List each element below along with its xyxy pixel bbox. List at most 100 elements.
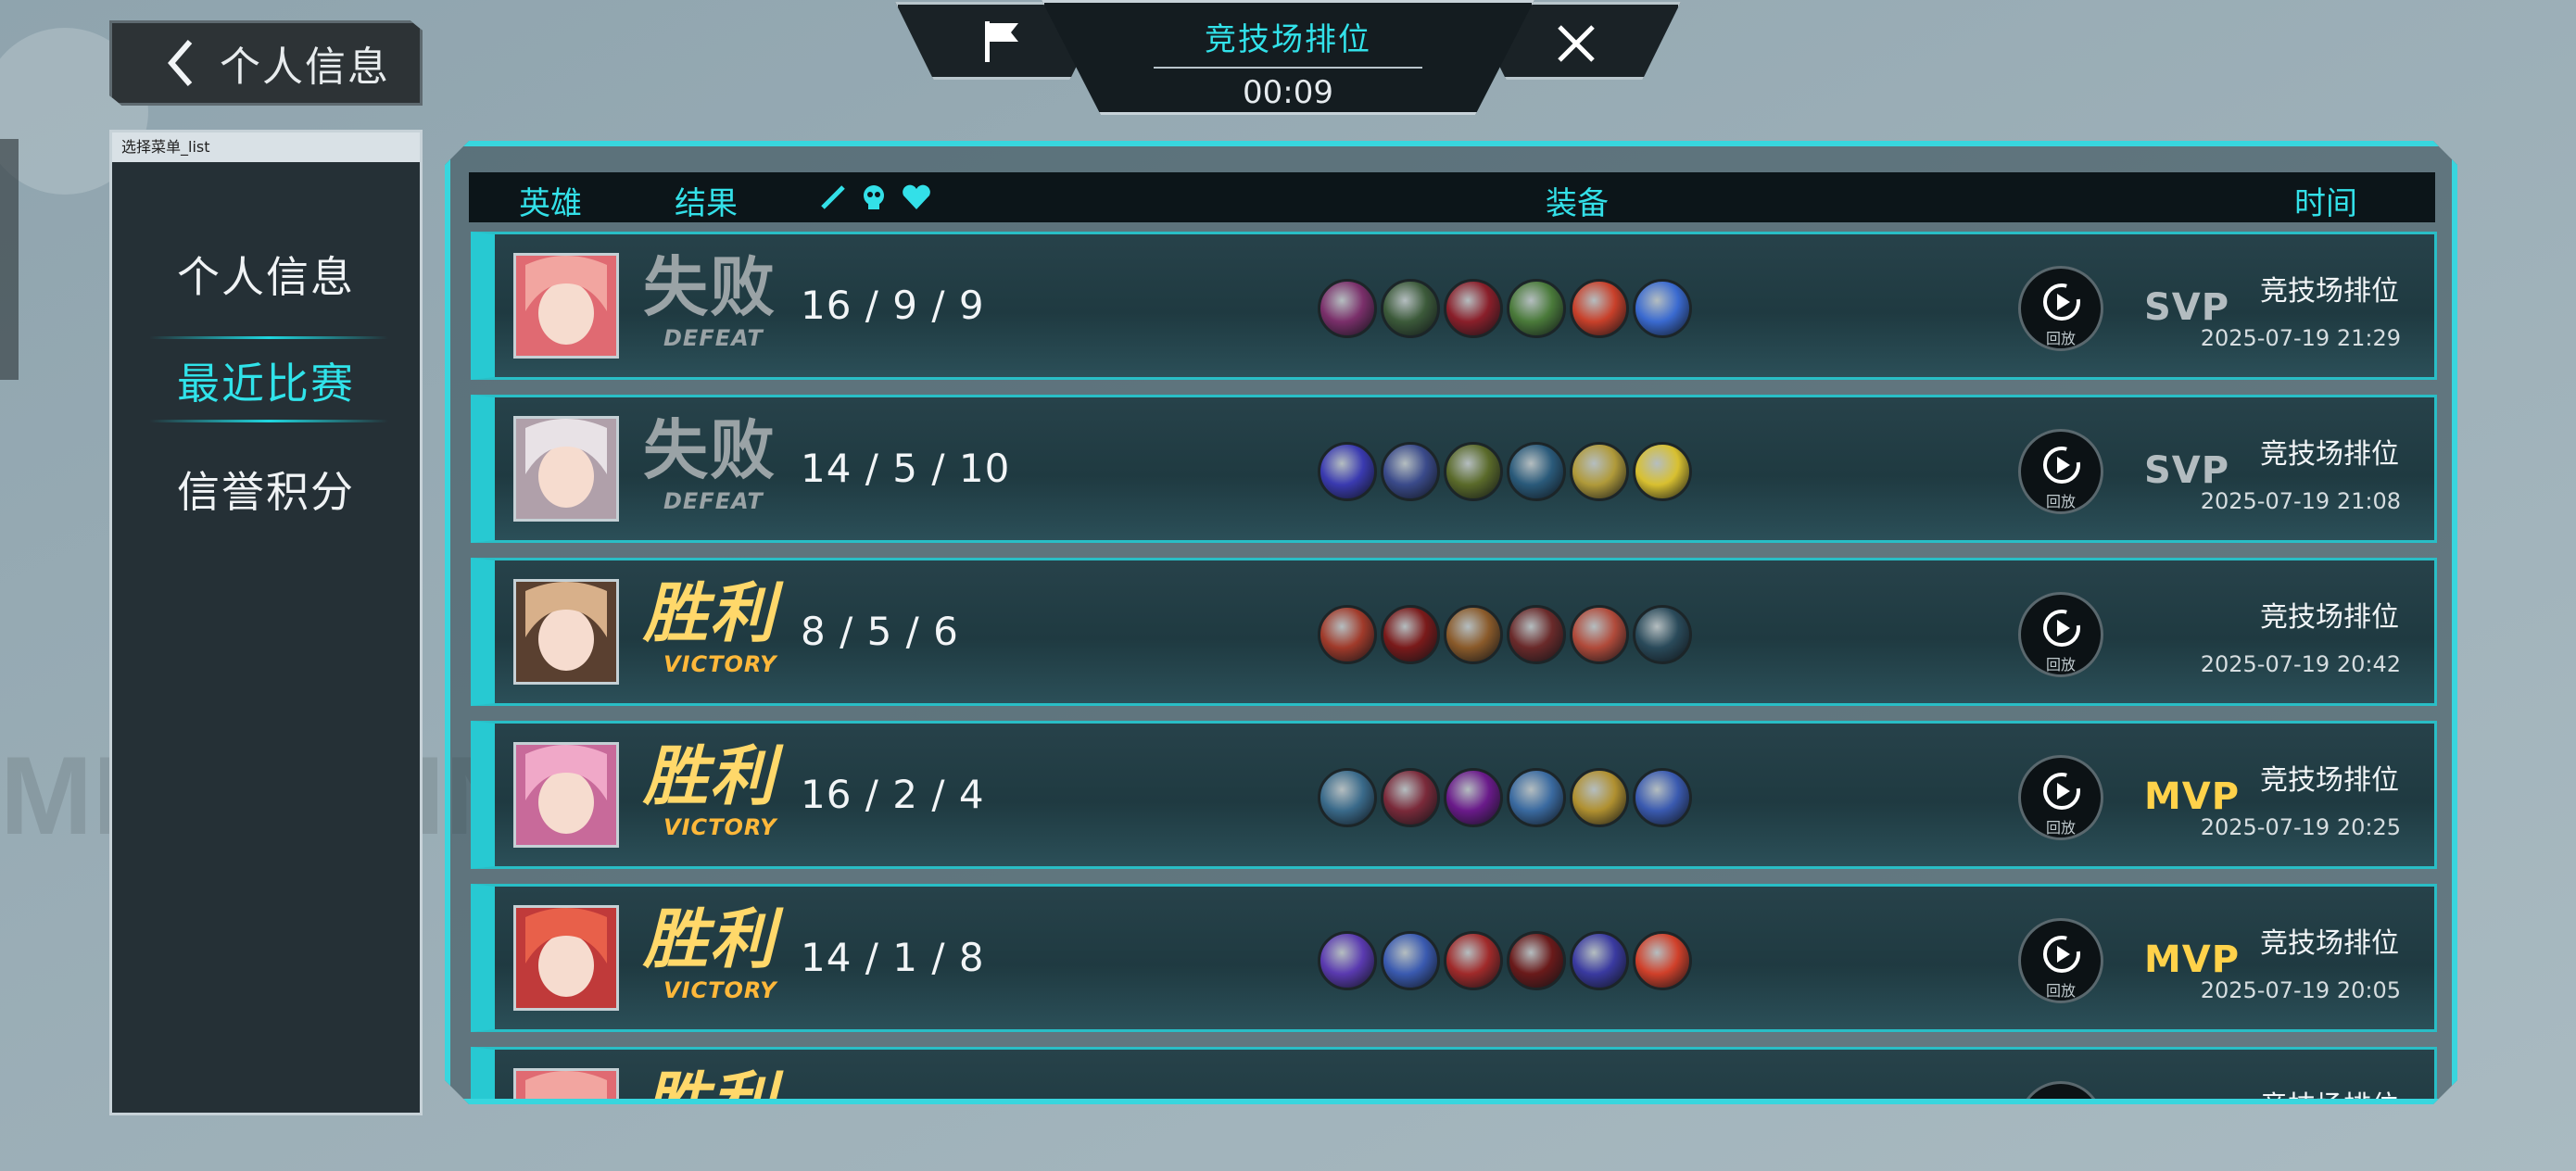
match-row[interactable]: 胜利 VICTORY 8 / 5 / 6 回放 竞技场排位 2025-07-19 20…	[471, 558, 2437, 706]
replay-label: 回放	[2045, 656, 2076, 674]
performance-badge: SVP	[2144, 449, 2230, 492]
menu-active-line-bottom	[149, 420, 388, 422]
replay-button[interactable]: 回放	[2018, 918, 2103, 1003]
header-result: 结果	[675, 185, 738, 222]
replay-button[interactable]: 回放	[2018, 755, 2103, 840]
match-row[interactable]: 胜利 VICTORY 14 / 1 / 8 回放 MVP 竞技场排位 2025-07-1…	[471, 884, 2437, 1032]
equipment-item-icon[interactable]	[1507, 442, 1566, 501]
equipment-item-icon[interactable]	[1444, 442, 1503, 501]
kda-stats: 14 / 1 / 8	[801, 935, 985, 980]
equipment-item-icon[interactable]	[1381, 605, 1440, 664]
replay-label: 回放	[2045, 493, 2076, 510]
sword-icon	[821, 185, 845, 209]
match-mode: 竞技场排位	[2260, 1083, 2399, 1099]
equipment-item-icon[interactable]	[1444, 931, 1503, 990]
result-label: 胜利	[643, 1064, 777, 1104]
replay-icon	[2039, 1095, 2084, 1104]
equipment-item-icon[interactable]	[1507, 605, 1566, 664]
match-row[interactable]: 失败 DEFEAT 16 / 9 / 9 回放 SVP 竞技场排位 2025-07-19…	[471, 232, 2437, 380]
equipment-item-icon[interactable]	[1507, 279, 1566, 338]
mode-title: 竞技场排位	[1205, 21, 1371, 58]
result-label-en: VICTORY	[663, 977, 777, 1003]
match-row[interactable]: 失败 DEFEAT 14 / 5 / 10 回放 SVP 竞技场排位 2025-07-1…	[471, 395, 2437, 543]
match-date: 2025-07-19 21:08	[2200, 488, 2401, 514]
header-equipment: 装备	[1546, 185, 1609, 222]
menu-header: 选择菜单_list	[112, 132, 420, 162]
close-icon	[1558, 25, 1595, 62]
equipment-list	[1318, 442, 1692, 501]
header-time: 时间	[2294, 185, 2357, 222]
table-header: 英雄 结果 装备 时间	[469, 172, 2435, 222]
equipment-item-icon[interactable]	[1633, 768, 1692, 827]
match-date: 2025-07-19 21:29	[2200, 325, 2401, 351]
match-timer: 00:09	[1243, 74, 1333, 111]
equipment-item-icon[interactable]	[1570, 768, 1629, 827]
kda-stats: 8 / 5 / 6	[801, 609, 959, 654]
performance-badge: SVP	[2144, 286, 2230, 329]
match-row[interactable]: 胜利VICTORY 回放 竞技场排位	[471, 1047, 2437, 1104]
equipment-item-icon[interactable]	[1318, 931, 1377, 990]
equipment-item-icon[interactable]	[1381, 931, 1440, 990]
hero-avatar	[513, 416, 619, 522]
result-label: 胜利	[643, 901, 777, 977]
equipment-item-icon[interactable]	[1633, 442, 1692, 501]
match-history-panel: 英雄 结果 装备 时间 失败 DEFEAT 16 / 9 / 9 回放 SVP 竞技场…	[445, 141, 2457, 1104]
equipment-item-icon[interactable]	[1381, 768, 1440, 827]
equipment-item-icon[interactable]	[1318, 279, 1377, 338]
hero-avatar	[513, 905, 619, 1011]
menu-active-line-top	[149, 336, 388, 339]
equipment-item-icon[interactable]	[1318, 768, 1377, 827]
equipment-item-icon[interactable]	[1633, 931, 1692, 990]
equipment-item-icon[interactable]	[1444, 768, 1503, 827]
menu-item-personal-info[interactable]: 个人信息	[112, 244, 420, 305]
hero-avatar	[513, 1068, 619, 1099]
replay-button[interactable]: 回放	[2018, 592, 2103, 677]
chevron-left-icon	[168, 40, 193, 86]
result-label-en: VICTORY	[663, 814, 777, 840]
result-label: 胜利	[643, 575, 777, 651]
menu-item-credit-score[interactable]: 信誉积分	[112, 459, 420, 520]
menu-item-recent-matches[interactable]: 最近比赛	[112, 350, 420, 411]
performance-badge: MVP	[2144, 938, 2241, 981]
equipment-item-icon[interactable]	[1318, 442, 1377, 501]
equipment-item-icon[interactable]	[1570, 279, 1629, 338]
equipment-item-icon[interactable]	[1444, 279, 1503, 338]
match-date: 2025-07-19 20:25	[2200, 814, 2401, 840]
replay-icon	[2043, 447, 2080, 484]
hero-avatar	[513, 742, 619, 848]
flag-icon	[985, 21, 1018, 62]
kda-stats: 14 / 5 / 10	[801, 446, 1011, 491]
hero-avatar	[513, 253, 619, 359]
back-button[interactable]: 个人信息	[109, 20, 423, 106]
match-row[interactable]: 胜利 VICTORY 16 / 2 / 4 回放 MVP 竞技场排位 2025-07-1…	[471, 721, 2437, 869]
equipment-item-icon[interactable]	[1507, 768, 1566, 827]
equipment-item-icon[interactable]	[1570, 605, 1629, 664]
match-mode: 竞技场排位	[2260, 438, 2399, 471]
equipment-item-icon[interactable]	[1381, 279, 1440, 338]
hero-portrait-icon	[516, 1071, 616, 1099]
match-date: 2025-07-19 20:42	[2200, 651, 2401, 677]
equipment-item-icon[interactable]	[1570, 442, 1629, 501]
equipment-item-icon[interactable]	[1633, 605, 1692, 664]
equipment-item-icon[interactable]	[1318, 605, 1377, 664]
replay-button[interactable]: 回放	[2018, 1081, 2103, 1104]
hero-avatar	[513, 579, 619, 685]
replay-button[interactable]: 回放	[2018, 266, 2103, 351]
result-label: 失败	[643, 249, 777, 325]
equipment-item-icon[interactable]	[1444, 605, 1503, 664]
title-divider	[1154, 67, 1422, 69]
side-menu: 选择菜单_list 个人信息 最近比赛 信誉积分	[109, 130, 423, 1115]
replay-button[interactable]: 回放	[2018, 429, 2103, 514]
match-mode: 竞技场排位	[2260, 927, 2399, 960]
equipment-item-icon[interactable]	[1381, 442, 1440, 501]
result-label-en: VICTORY	[663, 651, 777, 677]
equipment-item-icon[interactable]	[1633, 279, 1692, 338]
equipment-item-icon[interactable]	[1570, 931, 1629, 990]
kda-stats: 16 / 9 / 9	[801, 283, 985, 328]
match-mode: 竞技场排位	[2260, 275, 2399, 308]
back-label: 个人信息	[220, 44, 390, 91]
equipment-item-icon[interactable]	[1507, 931, 1566, 990]
replay-icon	[2043, 610, 2080, 647]
hero-portrait-icon	[516, 908, 616, 1008]
replay-icon	[2043, 936, 2080, 973]
